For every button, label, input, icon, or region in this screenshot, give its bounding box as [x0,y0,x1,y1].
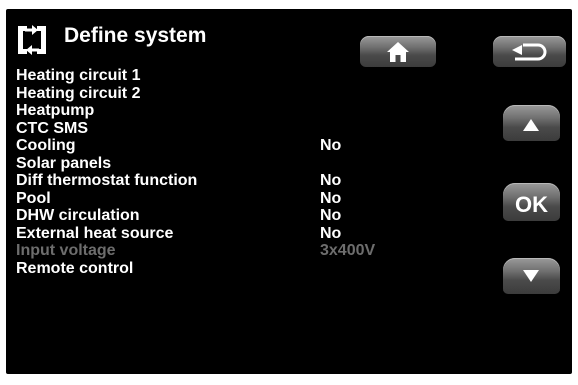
menu-item-label: Cooling [16,137,76,154]
triangle-down-icon [523,270,539,282]
page-title: Define system [64,24,207,47]
menu-item-label: External heat source [16,224,174,242]
ok-label: OK [515,192,548,217]
menu-item-label: Remote control [16,259,134,277]
back-arrow-icon [512,43,547,61]
menu-item-label: Heating circuit 1 [16,67,141,84]
home-button[interactable] [360,36,436,67]
menu-item-solar-panels[interactable]: Solar panels [16,155,416,173]
menu-item-label: Pool [16,189,51,207]
menu-item-heating-circuit-2[interactable]: Heating circuit 2 [16,85,416,103]
scroll-down-button[interactable] [503,258,560,294]
menu-item-input-voltage: Input voltage 3x400V [16,242,416,260]
menu-item-label: Input voltage [16,242,116,259]
menu-item-heatpump[interactable]: Heatpump [16,102,416,120]
menu-item-label: Heating circuit 2 [16,84,141,102]
home-icon [387,42,409,62]
menu-item-value: No [320,207,342,224]
menu-item-diff-thermostat-function[interactable]: Diff thermostat function No [16,172,416,190]
menu-item-value: No [320,172,342,189]
menu-item-remote-control[interactable]: Remote control [16,260,416,278]
settings-menu: Heating circuit 1 Heating circuit 2 Heat… [16,67,416,277]
menu-item-label: Diff thermostat function [16,172,198,189]
screen: Define system Heating circuit 1 Heating … [6,9,572,374]
menu-item-dhw-circulation[interactable]: DHW circulation No [16,207,416,225]
menu-item-value: No [320,189,342,207]
scroll-up-button[interactable] [503,105,560,141]
define-system-icon [18,25,46,55]
menu-item-value: 3x400V [320,242,376,259]
menu-item-label: Heatpump [16,102,95,119]
menu-item-value: No [320,224,342,242]
menu-item-pool[interactable]: Pool No [16,190,416,208]
menu-item-ctc-sms[interactable]: CTC SMS [16,120,416,138]
menu-item-external-heat-source[interactable]: External heat source No [16,225,416,243]
triangle-up-icon [523,119,539,131]
menu-item-heating-circuit-1[interactable]: Heating circuit 1 [16,67,416,85]
menu-item-label: CTC SMS [16,119,88,137]
menu-item-value: No [320,137,342,154]
back-button[interactable] [493,36,566,67]
menu-item-cooling[interactable]: Cooling No [16,137,416,155]
menu-item-label: Solar panels [16,154,112,172]
menu-item-label: DHW circulation [16,207,140,224]
ok-button[interactable]: OK [503,183,560,221]
